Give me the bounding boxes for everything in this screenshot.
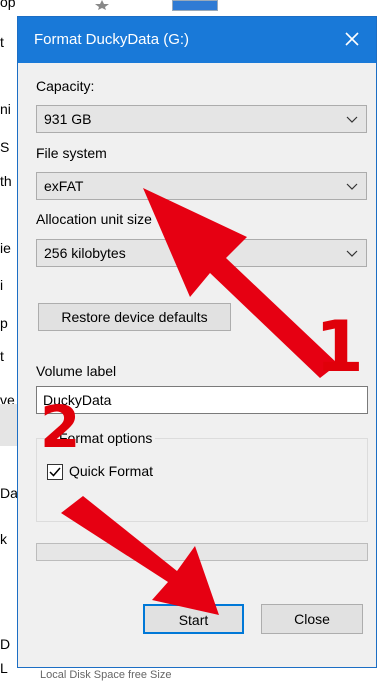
- bg-drive-bar: [172, 0, 218, 11]
- close-icon[interactable]: [338, 25, 366, 53]
- bg-text-2: ni: [0, 101, 11, 117]
- chevron-down-icon: [346, 183, 358, 190]
- bg-text-3: S: [0, 139, 10, 155]
- file-system-label: File system: [36, 145, 107, 161]
- file-system-value: exFAT: [44, 178, 84, 194]
- volume-label-input[interactable]: DuckyData: [36, 386, 368, 414]
- bg-bottom-row: Local Disk Space free Size: [40, 669, 172, 681]
- format-progress-bar: [36, 543, 368, 561]
- capacity-select[interactable]: 931 GB: [36, 105, 367, 133]
- volume-label-label: Volume label: [36, 363, 117, 379]
- bg-text-12: D: [0, 636, 11, 652]
- chevron-down-icon: [346, 116, 358, 123]
- bg-text-13: L: [0, 660, 8, 676]
- bg-text-7: p: [0, 315, 8, 331]
- arrow-1-number: 1: [315, 306, 364, 388]
- quick-format-label[interactable]: Quick Format: [69, 463, 153, 479]
- bg-text-1: t: [0, 34, 4, 50]
- close-button[interactable]: Close: [261, 604, 363, 634]
- capacity-label: Capacity:: [36, 78, 95, 94]
- arrow-2-number: 2: [40, 393, 81, 461]
- checkmark-icon: [49, 467, 61, 477]
- chevron-down-icon: [346, 250, 358, 257]
- dialog-title: Format DuckyData (G:): [34, 31, 190, 48]
- star-icon: [95, 0, 109, 10]
- allocation-select[interactable]: 256 kilobytes: [36, 239, 367, 267]
- restore-defaults-button[interactable]: Restore device defaults: [38, 303, 231, 331]
- bg-text-11: k: [0, 531, 7, 547]
- quick-format-checkbox[interactable]: [47, 464, 63, 480]
- title-bar[interactable]: Format DuckyData (G:): [18, 17, 376, 63]
- bg-text-10: Da: [0, 485, 18, 501]
- bg-text-6: i: [0, 277, 4, 293]
- allocation-label: Allocation unit size: [36, 211, 152, 227]
- capacity-value: 931 GB: [44, 111, 92, 127]
- bg-text-5: ie: [0, 240, 11, 256]
- bg-text-0: op: [0, 0, 16, 10]
- bg-text-8: t: [0, 348, 4, 364]
- start-button[interactable]: Start: [143, 604, 244, 634]
- bg-text-4: th: [0, 173, 12, 189]
- bg-selection-bar: [0, 404, 17, 446]
- allocation-value: 256 kilobytes: [44, 245, 126, 261]
- format-options-group: [36, 438, 368, 522]
- file-system-select[interactable]: exFAT: [36, 172, 367, 200]
